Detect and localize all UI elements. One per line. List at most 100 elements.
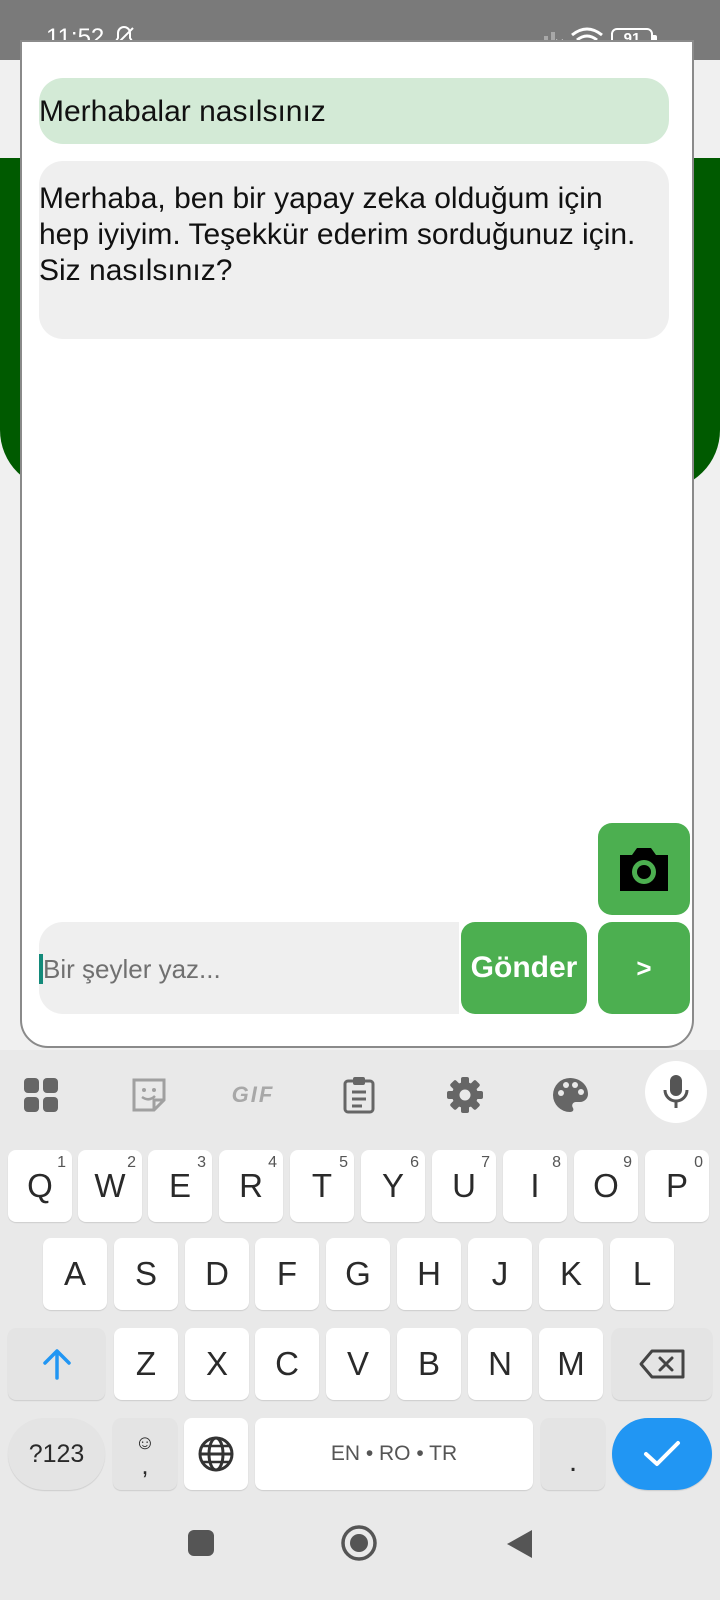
- key-b[interactable]: B: [397, 1328, 461, 1400]
- key-label: G: [345, 1255, 371, 1292]
- shift-arrow-icon: [42, 1349, 71, 1380]
- apps-grid-icon: [24, 1078, 58, 1112]
- key-label: V: [346, 1345, 369, 1382]
- settings-icon: [447, 1077, 483, 1113]
- symbols-mode-label: ?123: [28, 1439, 85, 1468]
- key-label: N: [488, 1345, 512, 1382]
- sticker-icon: [132, 1078, 166, 1112]
- key-label: Y: [381, 1167, 404, 1204]
- key-n[interactable]: N: [468, 1328, 532, 1400]
- emoji-comma-key[interactable]: ☺ ,: [113, 1418, 177, 1490]
- key-label: B: [417, 1345, 440, 1382]
- key-v[interactable]: V: [326, 1328, 390, 1400]
- key-x[interactable]: X: [185, 1328, 249, 1400]
- voice-input-button[interactable]: [645, 1061, 707, 1123]
- key-label: P: [665, 1167, 688, 1204]
- gif-button[interactable]: GIF: [213, 1050, 293, 1140]
- key-hint: 7: [481, 1154, 490, 1171]
- key-label: S: [134, 1255, 157, 1292]
- symbols-mode-key[interactable]: ?123: [8, 1418, 105, 1490]
- checkmark-icon: [644, 1441, 680, 1466]
- chat-dialog: Merhabalar nasılsınız Merhaba, ben bir y…: [20, 40, 694, 1048]
- key-o[interactable]: O9: [574, 1150, 638, 1222]
- key-y[interactable]: Y6: [361, 1150, 425, 1222]
- shift-key[interactable]: [8, 1328, 105, 1400]
- key-q[interactable]: Q1: [8, 1150, 72, 1222]
- message-input-bar[interactable]: [39, 922, 459, 1014]
- key-i[interactable]: I8: [503, 1150, 567, 1222]
- key-label: X: [205, 1345, 228, 1382]
- key-j[interactable]: J: [468, 1238, 532, 1310]
- key-label: I: [530, 1167, 540, 1204]
- sticker-button[interactable]: [109, 1050, 189, 1140]
- assistant-message-text: Merhaba, ben bir yapay zeka olduğum için…: [39, 182, 636, 287]
- key-hint: 0: [694, 1154, 703, 1171]
- key-d[interactable]: D: [185, 1238, 249, 1310]
- backspace-key[interactable]: [612, 1328, 712, 1400]
- key-label: R: [239, 1167, 263, 1204]
- key-s[interactable]: S: [114, 1238, 178, 1310]
- key-label: C: [275, 1345, 299, 1382]
- space-bar[interactable]: EN • RO • TR: [255, 1418, 533, 1490]
- period-key[interactable]: .: [541, 1418, 605, 1490]
- key-u[interactable]: U7: [432, 1150, 496, 1222]
- key-l[interactable]: L: [610, 1238, 674, 1310]
- key-w[interactable]: W2: [78, 1150, 142, 1222]
- gif-icon: GIF: [231, 1082, 275, 1107]
- backspace-icon: [639, 1349, 685, 1379]
- key-label: W: [94, 1167, 126, 1204]
- key-hint: 6: [410, 1154, 419, 1171]
- key-label: T: [311, 1167, 333, 1204]
- key-hint: 4: [268, 1154, 277, 1171]
- key-g[interactable]: G: [326, 1238, 390, 1310]
- key-f[interactable]: F: [255, 1238, 319, 1310]
- message-input[interactable]: [43, 950, 443, 988]
- key-m[interactable]: M: [539, 1328, 603, 1400]
- key-label: F: [276, 1255, 298, 1292]
- key-label: L: [632, 1255, 652, 1292]
- comma-label: ,: [141, 1450, 149, 1480]
- key-label: H: [417, 1255, 441, 1292]
- assistant-message-bubble: Merhaba, ben bir yapay zeka olduğum için…: [39, 161, 669, 339]
- key-p[interactable]: P0: [645, 1150, 709, 1222]
- user-message-text: Merhabalar nasılsınız: [39, 95, 326, 128]
- back-icon[interactable]: [504, 1528, 534, 1560]
- key-z[interactable]: Z: [114, 1328, 178, 1400]
- key-c[interactable]: C: [255, 1328, 319, 1400]
- user-message-bubble: Merhabalar nasılsınız: [39, 78, 669, 144]
- key-k[interactable]: K: [539, 1238, 603, 1310]
- camera-button[interactable]: [598, 823, 690, 915]
- navigation-bar: [0, 1498, 720, 1600]
- key-r[interactable]: R4: [219, 1150, 283, 1222]
- camera-icon: [620, 848, 668, 891]
- globe-icon: [198, 1436, 234, 1472]
- key-a[interactable]: A: [43, 1238, 107, 1310]
- key-hint: 5: [339, 1154, 348, 1171]
- next-button[interactable]: >: [598, 922, 690, 1014]
- clipboard-icon: [343, 1077, 375, 1114]
- key-label: A: [63, 1255, 86, 1292]
- key-e[interactable]: E3: [148, 1150, 212, 1222]
- settings-button[interactable]: [425, 1050, 505, 1140]
- home-icon[interactable]: [340, 1524, 378, 1562]
- key-t[interactable]: T5: [290, 1150, 354, 1222]
- key-label: Q: [27, 1167, 53, 1204]
- key-label: U: [452, 1167, 476, 1204]
- send-button[interactable]: Gönder: [461, 922, 587, 1014]
- palette-icon: [553, 1078, 588, 1112]
- key-label: E: [168, 1167, 191, 1204]
- key-label: K: [559, 1255, 582, 1292]
- key-label: M: [557, 1345, 585, 1382]
- recent-apps-icon[interactable]: [186, 1528, 216, 1558]
- key-label: D: [205, 1255, 229, 1292]
- palette-button[interactable]: [530, 1050, 610, 1140]
- next-button-label: >: [636, 952, 652, 983]
- apps-grid-button[interactable]: [1, 1050, 81, 1140]
- key-hint: 2: [127, 1154, 136, 1171]
- clipboard-button[interactable]: [319, 1050, 399, 1140]
- language-switch-key[interactable]: [184, 1418, 248, 1490]
- enter-key[interactable]: [612, 1418, 712, 1490]
- key-label: O: [593, 1167, 619, 1204]
- key-h[interactable]: H: [397, 1238, 461, 1310]
- space-bar-label: EN • RO • TR: [330, 1442, 458, 1465]
